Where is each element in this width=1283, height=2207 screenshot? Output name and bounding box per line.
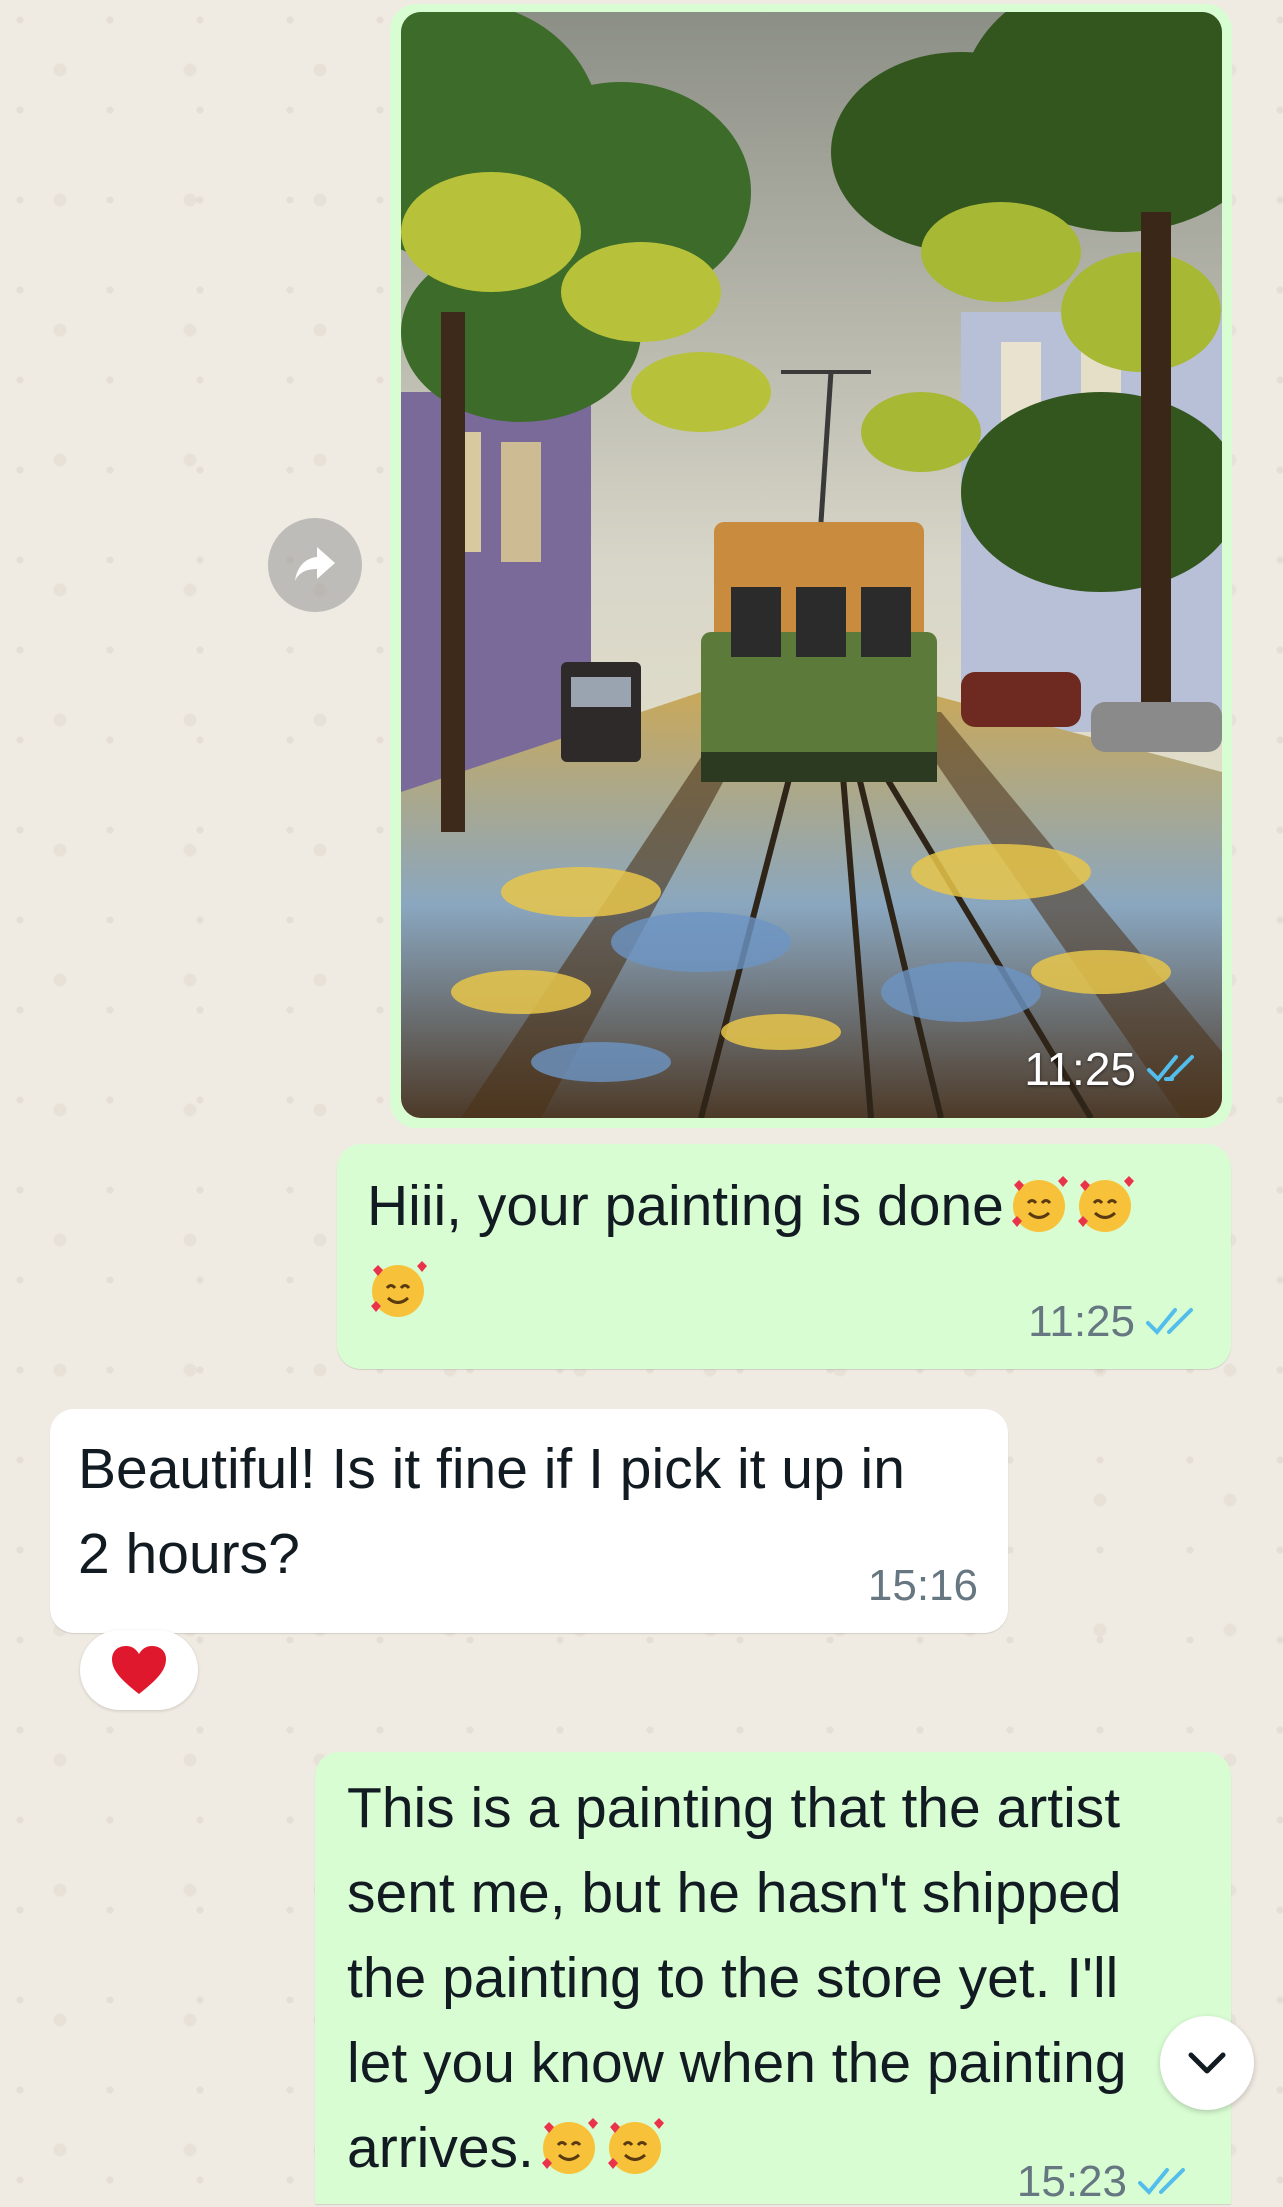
message-meta: 15:23 <box>1017 2157 1191 2207</box>
message-text-line: arrives. <box>347 2116 534 2180</box>
smiling-face-with-hearts-icon <box>1008 1173 1070 1235</box>
painting-svg <box>401 12 1222 1118</box>
message-text-line: This is a painting that the artist <box>347 1776 1121 1840</box>
image-message-time: 11:25 <box>1024 1043 1136 1095</box>
chevron-down-icon <box>1188 2052 1226 2074</box>
smiling-face-with-hearts-icon <box>604 2115 666 2177</box>
message-text: This is a painting that the artist sent m… <box>347 1766 1217 2191</box>
red-heart-icon <box>112 1646 166 1694</box>
smiling-face-with-hearts-icon <box>538 2115 600 2177</box>
outgoing-message-bubble[interactable]: Hiii, your painting is done 11:25 <box>337 1144 1231 1369</box>
message-time: 15:16 <box>867 1561 978 1610</box>
message-text-line: sent me, but he hasn't shipped <box>347 1861 1122 1925</box>
message-text-line: 2 hours? <box>78 1522 300 1586</box>
incoming-message-bubble[interactable]: Beautiful! Is it fine if I pick it up in… <box>50 1409 1008 1633</box>
message-time: 11:25 <box>1028 1297 1135 1346</box>
message-text-body: Hiii, your painting is done <box>367 1174 1004 1238</box>
image-message-meta: 11:25 <box>1024 1042 1200 1096</box>
double-check-icon <box>1137 2165 1191 2199</box>
message-meta: 15:16 <box>868 1561 978 1611</box>
message-text: Beautiful! Is it fine if I pick it up in… <box>78 1427 978 1597</box>
forward-button[interactable] <box>268 518 362 612</box>
message-text-line: Beautiful! Is it fine if I pick it up in <box>78 1437 905 1501</box>
scroll-to-bottom-button[interactable] <box>1160 2016 1254 2110</box>
double-check-icon <box>1146 1052 1200 1086</box>
double-check-icon <box>1145 1305 1199 1339</box>
message-meta: 11:25 <box>1028 1297 1199 1347</box>
reaction-badge[interactable] <box>80 1630 198 1710</box>
outgoing-message-bubble[interactable]: This is a painting that the artist sent m… <box>315 1752 1231 2207</box>
message-text-line: the painting to the store yet. I'll <box>347 1946 1119 2010</box>
smiling-face-with-hearts-icon <box>1074 1173 1136 1235</box>
message-text-line: let you know when the painting <box>347 2031 1127 2095</box>
forward-arrow-icon <box>295 547 335 581</box>
painting-image[interactable]: 11:25 <box>401 12 1222 1118</box>
message-time: 15:23 <box>1016 2157 1127 2206</box>
smiling-face-with-hearts-icon <box>367 1258 429 1320</box>
